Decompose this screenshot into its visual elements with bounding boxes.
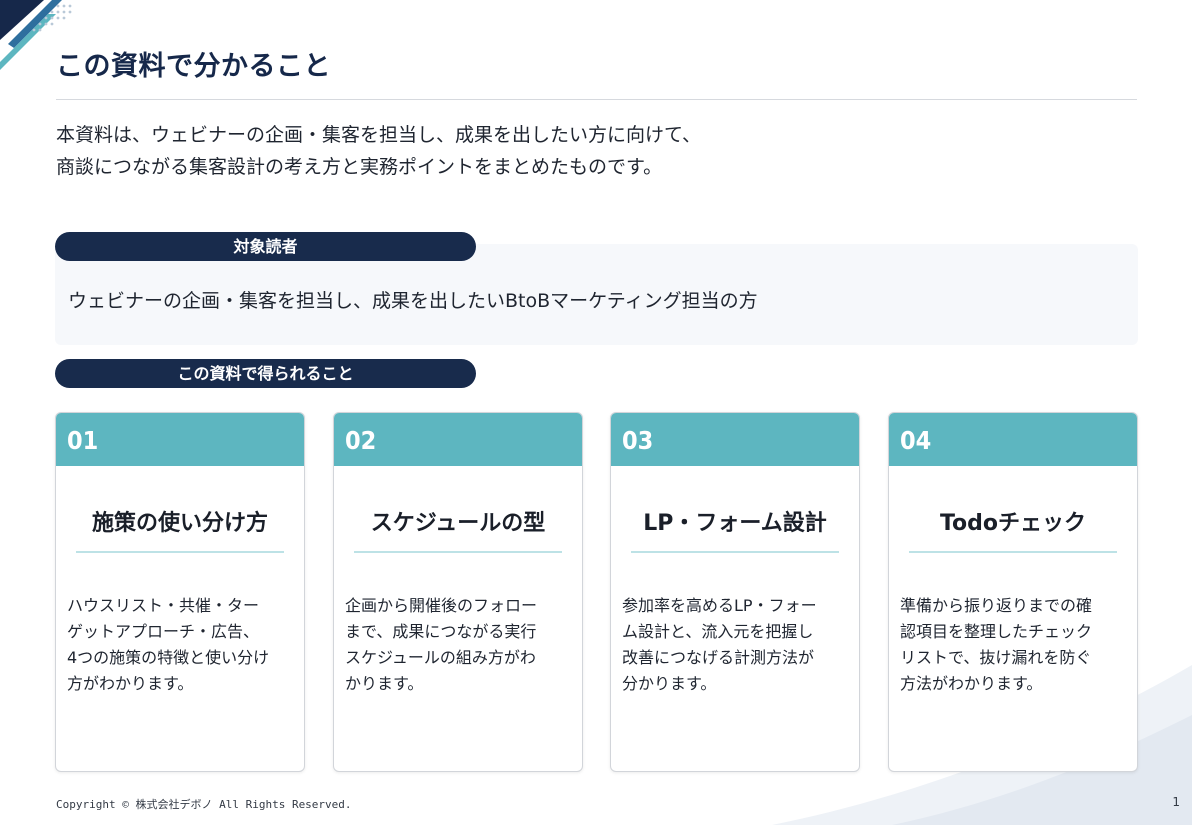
- benefit-card-4: 04 Todoチェック 準備から振り返りまでの確 認項目を整理したチェック リス…: [888, 412, 1138, 772]
- card-description-line: 参加率を高めるLP・フォー: [622, 596, 817, 615]
- card-divider: [354, 551, 562, 553]
- audience-label: 対象読者: [55, 232, 476, 261]
- page-number: 1: [1172, 795, 1180, 809]
- benefit-card-1: 01 施策の使い分け方 ハウスリスト・共催・ター ゲットアプローチ・広告、 4つ…: [55, 412, 305, 772]
- benefit-card-2: 02 スケジュールの型 企画から開催後のフォロー まで、成果につながる実行 スケ…: [333, 412, 583, 772]
- intro-text: 本資料は、ウェビナーの企画・集客を担当し、成果を出したい方に向けて、 商談につな…: [56, 119, 701, 183]
- benefit-card-3: 03 LP・フォーム設計 参加率を高めるLP・フォー ム設計と、流入元を把握し …: [610, 412, 860, 772]
- card-number: 03: [622, 426, 654, 455]
- card-description-line: ハウスリスト・共催・ター: [67, 596, 260, 615]
- card-divider: [631, 551, 839, 553]
- card-description-line: 4つの施策の特徴と使い分け: [67, 648, 270, 667]
- card-title: Todoチェック: [939, 511, 1087, 536]
- card-description: 参加率を高めるLP・フォー ム設計と、流入元を把握し 改善につなげる計測方法が …: [622, 593, 851, 697]
- card-header: 04: [889, 413, 1137, 466]
- audience-text: ウェビナーの企画・集客を担当し、成果を出したいBtoBマーケティング担当の方: [68, 290, 758, 312]
- card-description-line: 認項目を整理したチェック: [900, 622, 1093, 641]
- card-description-line: ゲットアプローチ・広告、: [67, 622, 260, 641]
- title-divider: [56, 99, 1137, 100]
- card-description-line: ム設計と、流入元を把握し: [622, 622, 814, 641]
- card-description-line: 分かります。: [622, 674, 717, 693]
- card-title: 施策の使い分け方: [91, 511, 268, 536]
- card-description-line: 方法がわかります。: [900, 674, 1043, 693]
- card-number: 04: [900, 426, 932, 455]
- card-description: ハウスリスト・共催・ター ゲットアプローチ・広告、 4つの施策の特徴と使い分け …: [67, 593, 296, 697]
- card-description-line: 改善につなげる計測方法が: [622, 648, 815, 667]
- intro-line: 商談につながる集客設計の考え方と実務ポイントをまとめたものです。: [56, 156, 663, 178]
- card-description-line: 企画から開催後のフォロー: [345, 596, 538, 615]
- page-title: この資料で分かること: [56, 51, 331, 82]
- copyright-notice: Copyright © 株式会社デボノ All Rights Reserved.: [56, 798, 352, 811]
- card-description: 準備から振り返りまでの確 認項目を整理したチェック リストで、抜け漏れを防ぐ 方…: [900, 593, 1129, 697]
- card-description-line: スケジュールの組み方がわ: [345, 648, 536, 667]
- card-header: 01: [56, 413, 304, 466]
- card-description-line: 準備から振り返りまでの確: [900, 596, 1093, 615]
- card-description-line: まで、成果につながる実行: [345, 622, 537, 641]
- card-divider: [76, 551, 284, 553]
- card-description-line: リストで、抜け漏れを防ぐ: [900, 648, 1092, 667]
- card-divider: [909, 551, 1117, 553]
- card-number: 01: [67, 426, 99, 455]
- card-title: LP・フォーム設計: [643, 511, 827, 536]
- card-number: 02: [345, 426, 377, 455]
- intro-line: 本資料は、ウェビナーの企画・集客を担当し、成果を出したい方に向けて、: [56, 124, 702, 146]
- card-title: スケジュールの型: [370, 511, 546, 536]
- card-description-line: 方がわかります。: [67, 674, 194, 693]
- benefits-label: この資料で得られること: [55, 359, 476, 388]
- card-description-line: かります。: [345, 674, 424, 693]
- card-description: 企画から開催後のフォロー まで、成果につながる実行 スケジュールの組み方がわ か…: [345, 593, 574, 697]
- card-header: 03: [611, 413, 859, 466]
- card-header: 02: [334, 413, 582, 466]
